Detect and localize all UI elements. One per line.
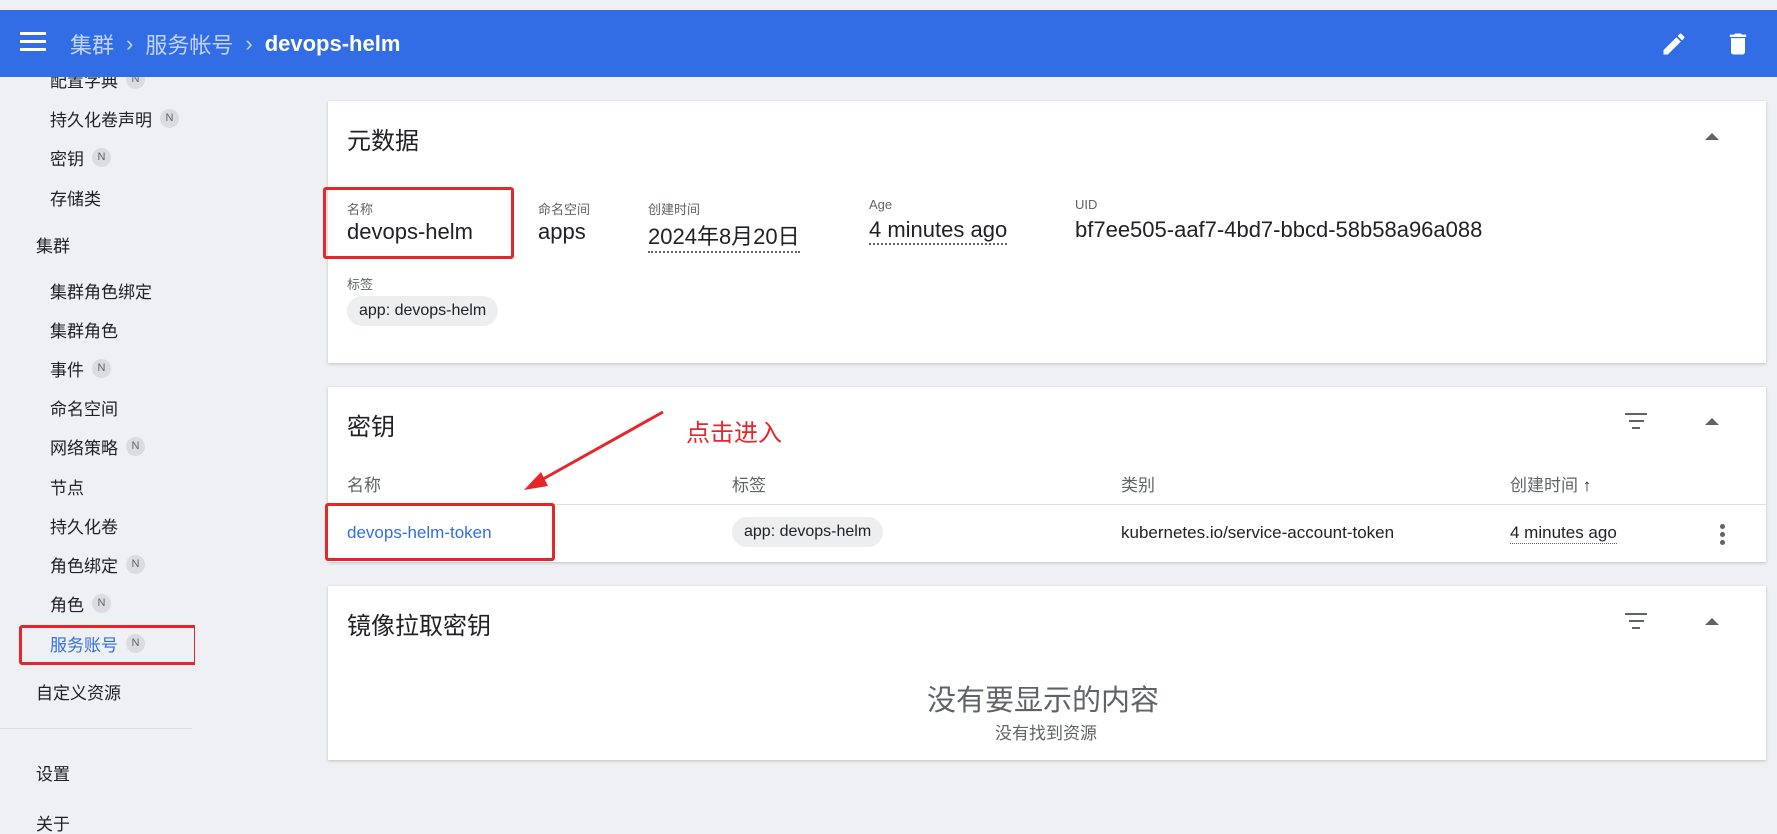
empty-state-title: 没有要显示的内容 bbox=[927, 685, 1160, 717]
annotation-text: 点击进入 bbox=[686, 420, 782, 447]
collapse-icon[interactable] bbox=[1705, 618, 1719, 625]
image-pull-secrets-title: 镜像拉取密钥 bbox=[347, 613, 491, 640]
filter-icon[interactable] bbox=[1625, 613, 1647, 629]
image-pull-secrets-card: 镜像拉取密钥 没有要显示的内容 没有找到资源 bbox=[328, 586, 1766, 760]
empty-state-subtitle: 没有找到资源 bbox=[995, 724, 1097, 743]
